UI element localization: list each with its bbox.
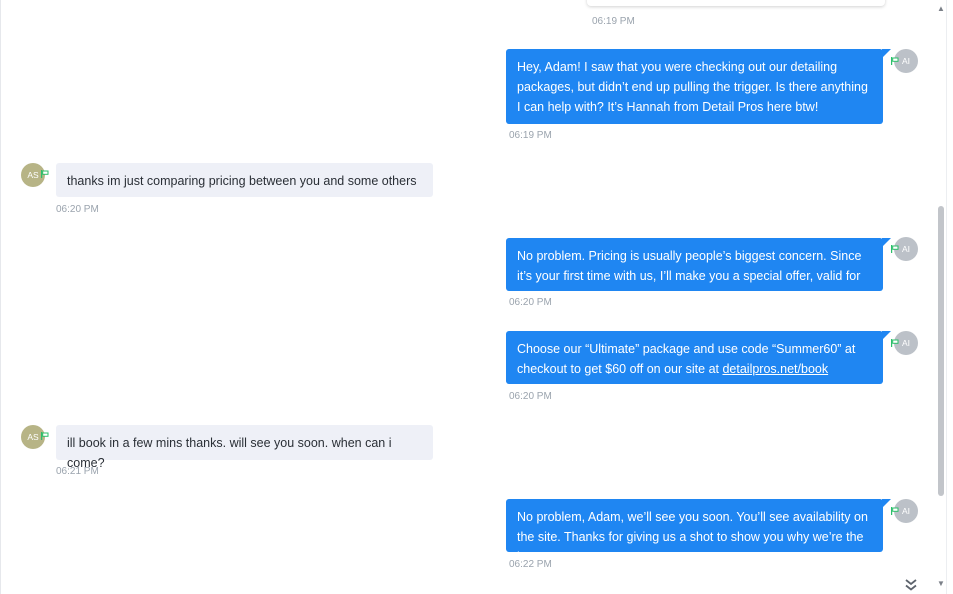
outgoing-message: Choose our “Ultimate” package and use co… [506,331,891,384]
double-chevron-down-icon [905,579,917,591]
previous-message-card [587,0,885,6]
incoming-message: thanks im just comparing pricing between… [56,163,433,197]
message-time: 06:20 PM [509,297,552,308]
outgoing-message: No problem. Pricing is usually people’s … [506,238,891,303]
message-text: Hey, Adam! I saw that you were checking … [517,60,868,114]
message-time: 06:20 PM [509,391,552,402]
message-time: 06:21 PM [56,466,99,477]
avatar-initials: AI [901,338,911,348]
booking-link[interactable]: detailpros.net/book [722,362,828,376]
avatar-initials: AS [27,432,39,442]
right-edge-panel [946,0,953,594]
message-time: 06:19 PM [509,130,552,141]
scroll-down-arrow[interactable]: ▼ [936,579,946,589]
flag-icon [891,339,899,347]
message-time: 06:22 PM [509,559,552,570]
jump-to-latest-button[interactable] [903,577,919,593]
outgoing-message: Hey, Adam! I saw that you were checking … [506,49,891,124]
scrollbar-thumb[interactable] [938,206,944,496]
avatar-initials: AS [27,170,39,180]
flag-icon [41,170,49,178]
conversation-panel: 06:19 PM Hey, Adam! I saw that you were … [0,0,936,594]
scroll-up-arrow[interactable]: ▲ [936,4,946,14]
message-text: No problem, Adam, we’ll see you soon. Yo… [517,510,868,564]
message-text: ill book in a few mins thanks. will see … [67,436,392,470]
flag-icon [891,245,899,253]
flag-icon [41,432,49,440]
avatar-initials: AI [901,244,911,254]
message-text: No problem. Pricing is usually people’s … [517,249,862,303]
message-time: 06:19 PM [592,16,635,27]
flag-icon [891,57,899,65]
flag-icon [891,507,899,515]
message-text: thanks im just comparing pricing between… [67,174,417,188]
incoming-message: ill book in a few mins thanks. will see … [56,425,433,470]
avatar-initials: AI [901,56,911,66]
message-time: 06:20 PM [56,204,99,215]
avatar-initials: AI [901,506,911,516]
outgoing-message: No problem, Adam, we’ll see you soon. Yo… [506,499,891,564]
